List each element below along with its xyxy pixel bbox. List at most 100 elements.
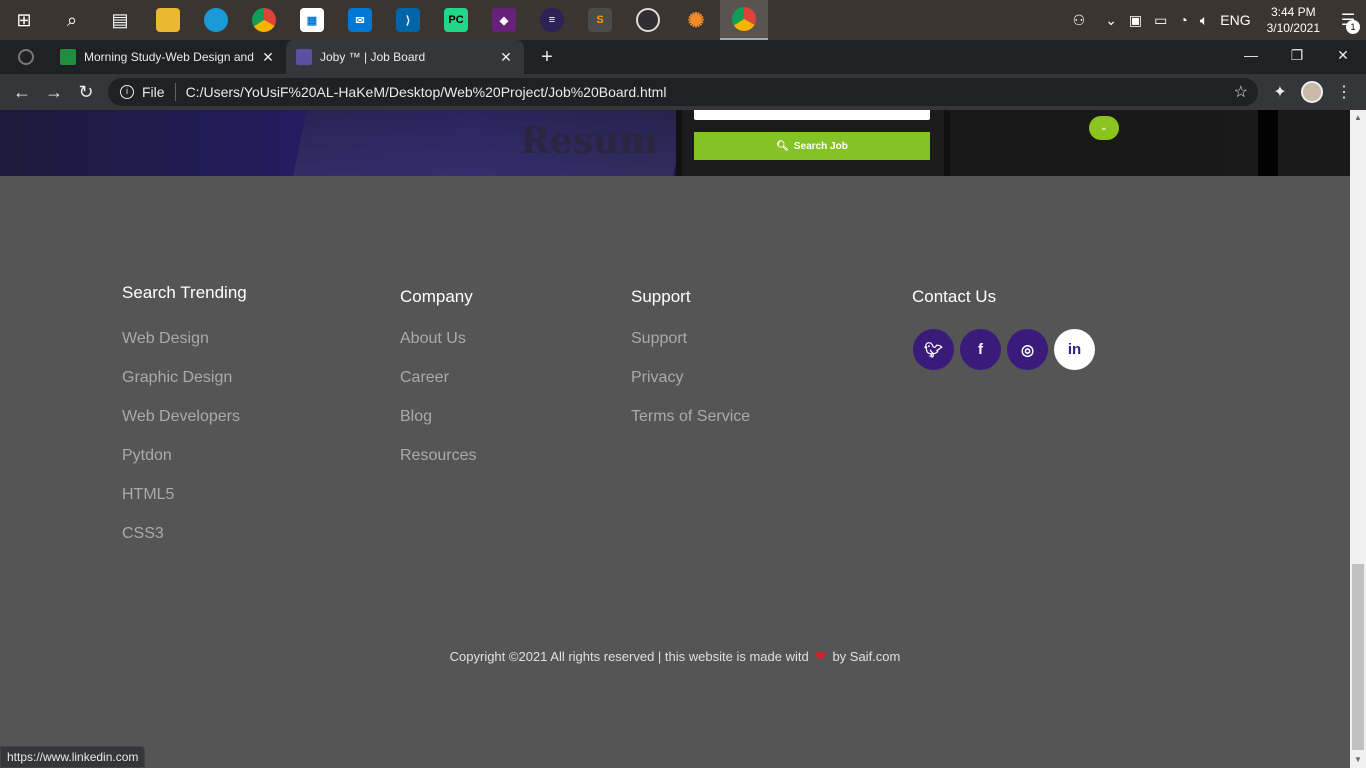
tab-strip: Morning Study-Web Design and ✕ Joby ™ | … [0,40,1366,74]
file-explorer-icon[interactable] [144,0,192,40]
footer-link[interactable]: About Us [400,330,476,369]
language-indicator[interactable]: ENG [1214,12,1256,28]
social-links: 🐦︎ f ◎ in [913,329,1101,370]
scroll-down-chevron-icon[interactable]: ⌄ [1089,116,1119,140]
battery-icon[interactable]: ▭ [1148,12,1173,29]
tab-morning-study[interactable]: Morning Study-Web Design and ✕ [50,40,286,74]
close-tab-icon[interactable]: ✕ [498,49,514,66]
pycharm-icon[interactable]: PC [432,0,480,40]
footer-link[interactable]: Privacy [631,369,750,408]
vscode-icon[interactable]: ⟩ [384,0,432,40]
people-icon[interactable]: ⚇ [1067,12,1092,29]
scroll-down-arrow-icon[interactable]: ▼ [1350,752,1366,768]
reload-icon[interactable]: ↻ [70,76,102,108]
edge-icon[interactable] [192,0,240,40]
scrollbar-thumb[interactable] [1352,564,1364,750]
heart-icon: ❤ [814,648,827,664]
new-tab-button[interactable]: + [536,46,558,68]
footer-col-search-trending: Search Trending Web Design Graphic Desig… [122,283,247,564]
copyright: Copyright ©2021 All rights reserved | th… [0,648,1350,665]
footer-link[interactable]: Web Design [122,330,247,369]
system-tray: ⚇ ⌄ ▣ ▭ ◔ 🔈︎ ENG 3:44 PM 3/10/2021 ☰1 [1067,0,1366,40]
page-scrollbar[interactable]: ▲ ▼ [1350,110,1366,768]
chrome-active-icon[interactable] [720,0,768,40]
hero-dark-strip [1258,110,1278,176]
clock-time: 3:44 PM [1270,5,1316,19]
address-bar[interactable]: i File C:/Users/YoUsiF%20AL-HaKeM/Deskto… [108,78,1258,106]
url-scheme: File [142,84,165,100]
copyright-author: by Saif.com [832,649,901,664]
job-search-input[interactable] [694,110,930,120]
menu-kebab-icon[interactable]: ⋮ [1328,74,1360,110]
divider [174,83,176,101]
tab-title: Morning Study-Web Design and [84,50,254,64]
sublime-icon[interactable]: S [576,0,624,40]
footer-link[interactable]: Graphic Design [122,369,247,408]
hero-banner: Resum 🔍︎ Search Job ⌄ [0,110,1350,176]
volume-icon[interactable]: 🔈︎ [1194,12,1214,29]
footer-link[interactable]: Blog [400,408,476,447]
close-window-icon[interactable]: ✕ [1320,40,1366,70]
back-icon[interactable]: ← [6,76,38,108]
search-icon[interactable]: ⌕ [48,0,96,40]
chrome-icon[interactable] [240,0,288,40]
profile-avatar[interactable] [1296,74,1328,110]
classroom-favicon-icon [60,49,76,65]
twitter-icon[interactable]: 🐦︎ [913,329,954,370]
wifi-icon[interactable]: ◔ [1173,12,1193,28]
footer-link-list: About Us Career Blog Resources [400,330,476,486]
notification-center-icon[interactable]: ☰1 [1330,0,1366,40]
instagram-icon[interactable]: ◎ [1007,329,1048,370]
footer-link[interactable]: Web Developers [122,408,247,447]
search-job-button[interactable]: 🔍︎ Search Job [694,132,930,160]
info-icon[interactable]: i [120,85,134,99]
task-view-icon[interactable]: ▤ [96,0,144,40]
eclipse-icon[interactable]: ≡ [528,0,576,40]
restore-icon[interactable]: ❐ [1274,40,1320,70]
tab-job-board[interactable]: Joby ™ | Job Board ✕ [286,40,524,74]
linkedin-icon[interactable]: in [1054,329,1095,370]
footer-link[interactable]: Terms of Service [631,408,750,447]
footer-link[interactable]: Pytdon [122,447,247,486]
bookmark-star-icon[interactable]: ☆ [1234,82,1248,102]
meet-now-icon[interactable]: ▣ [1123,12,1148,29]
footer-link-list: Web Design Graphic Design Web Developers… [122,330,247,564]
browser-toolbar: ← → ↻ i File C:/Users/YoUsiF%20AL-HaKeM/… [0,74,1366,110]
footer-link[interactable]: Support [631,330,750,369]
mail-icon[interactable]: ✉ [336,0,384,40]
extensions-icon[interactable]: ✦ [1264,74,1296,110]
footer-col-title: Search Trending [122,283,247,302]
footer-link[interactable]: Resources [400,447,476,486]
footer-col-title: Support [631,287,691,306]
link-status-bubble: https://www.linkedin.com [0,746,146,768]
scroll-up-arrow-icon[interactable]: ▲ [1350,110,1366,126]
windows-taskbar: ⊞ ⌕ ▤ ▦ ✉ ⟩ PC ◆ ≡ S ✺ ⚇ ⌄ ▣ ▭ ◔ 🔈︎ ENG … [0,0,1366,40]
obs-icon[interactable] [624,0,672,40]
footer-link[interactable]: CSS3 [122,525,247,564]
facebook-icon[interactable]: f [960,329,1001,370]
footer-col-company: Company About Us Career Blog Resources [400,287,476,486]
clock[interactable]: 3:44 PM 3/10/2021 [1257,4,1330,36]
url-text[interactable]: C:/Users/YoUsiF%20AL-HaKeM/Desktop/Web%2… [186,84,667,100]
footer: Search Trending Web Design Graphic Desig… [0,176,1350,768]
tab-title: Joby ™ | Job Board [320,50,426,64]
clock-date: 3/10/2021 [1266,21,1320,35]
page-viewport: Resum 🔍︎ Search Job ⌄ Search Trending We… [0,110,1350,768]
footer-link-list: Support Privacy Terms of Service [631,330,750,447]
footer-link[interactable]: Career [400,369,476,408]
app-sun-icon[interactable]: ✺ [672,0,720,40]
minimize-icon[interactable]: — [1228,40,1274,70]
store-icon[interactable]: ▦ [288,0,336,40]
chevron-up-icon[interactable]: ⌄ [1099,12,1123,29]
windows-start-icon[interactable]: ⊞ [0,0,48,40]
search-icon: 🔍︎ [776,140,789,152]
forward-icon[interactable]: → [38,76,70,108]
footer-col-title: Company [400,287,473,306]
footer-link[interactable]: HTML5 [122,486,247,525]
visual-studio-icon[interactable]: ◆ [480,0,528,40]
notification-count: 1 [1346,20,1360,34]
close-tab-icon[interactable]: ✕ [260,49,276,66]
search-job-label: Search Job [793,140,848,152]
joby-favicon-icon [296,49,312,65]
hero-paper-text: Resum [520,120,658,162]
